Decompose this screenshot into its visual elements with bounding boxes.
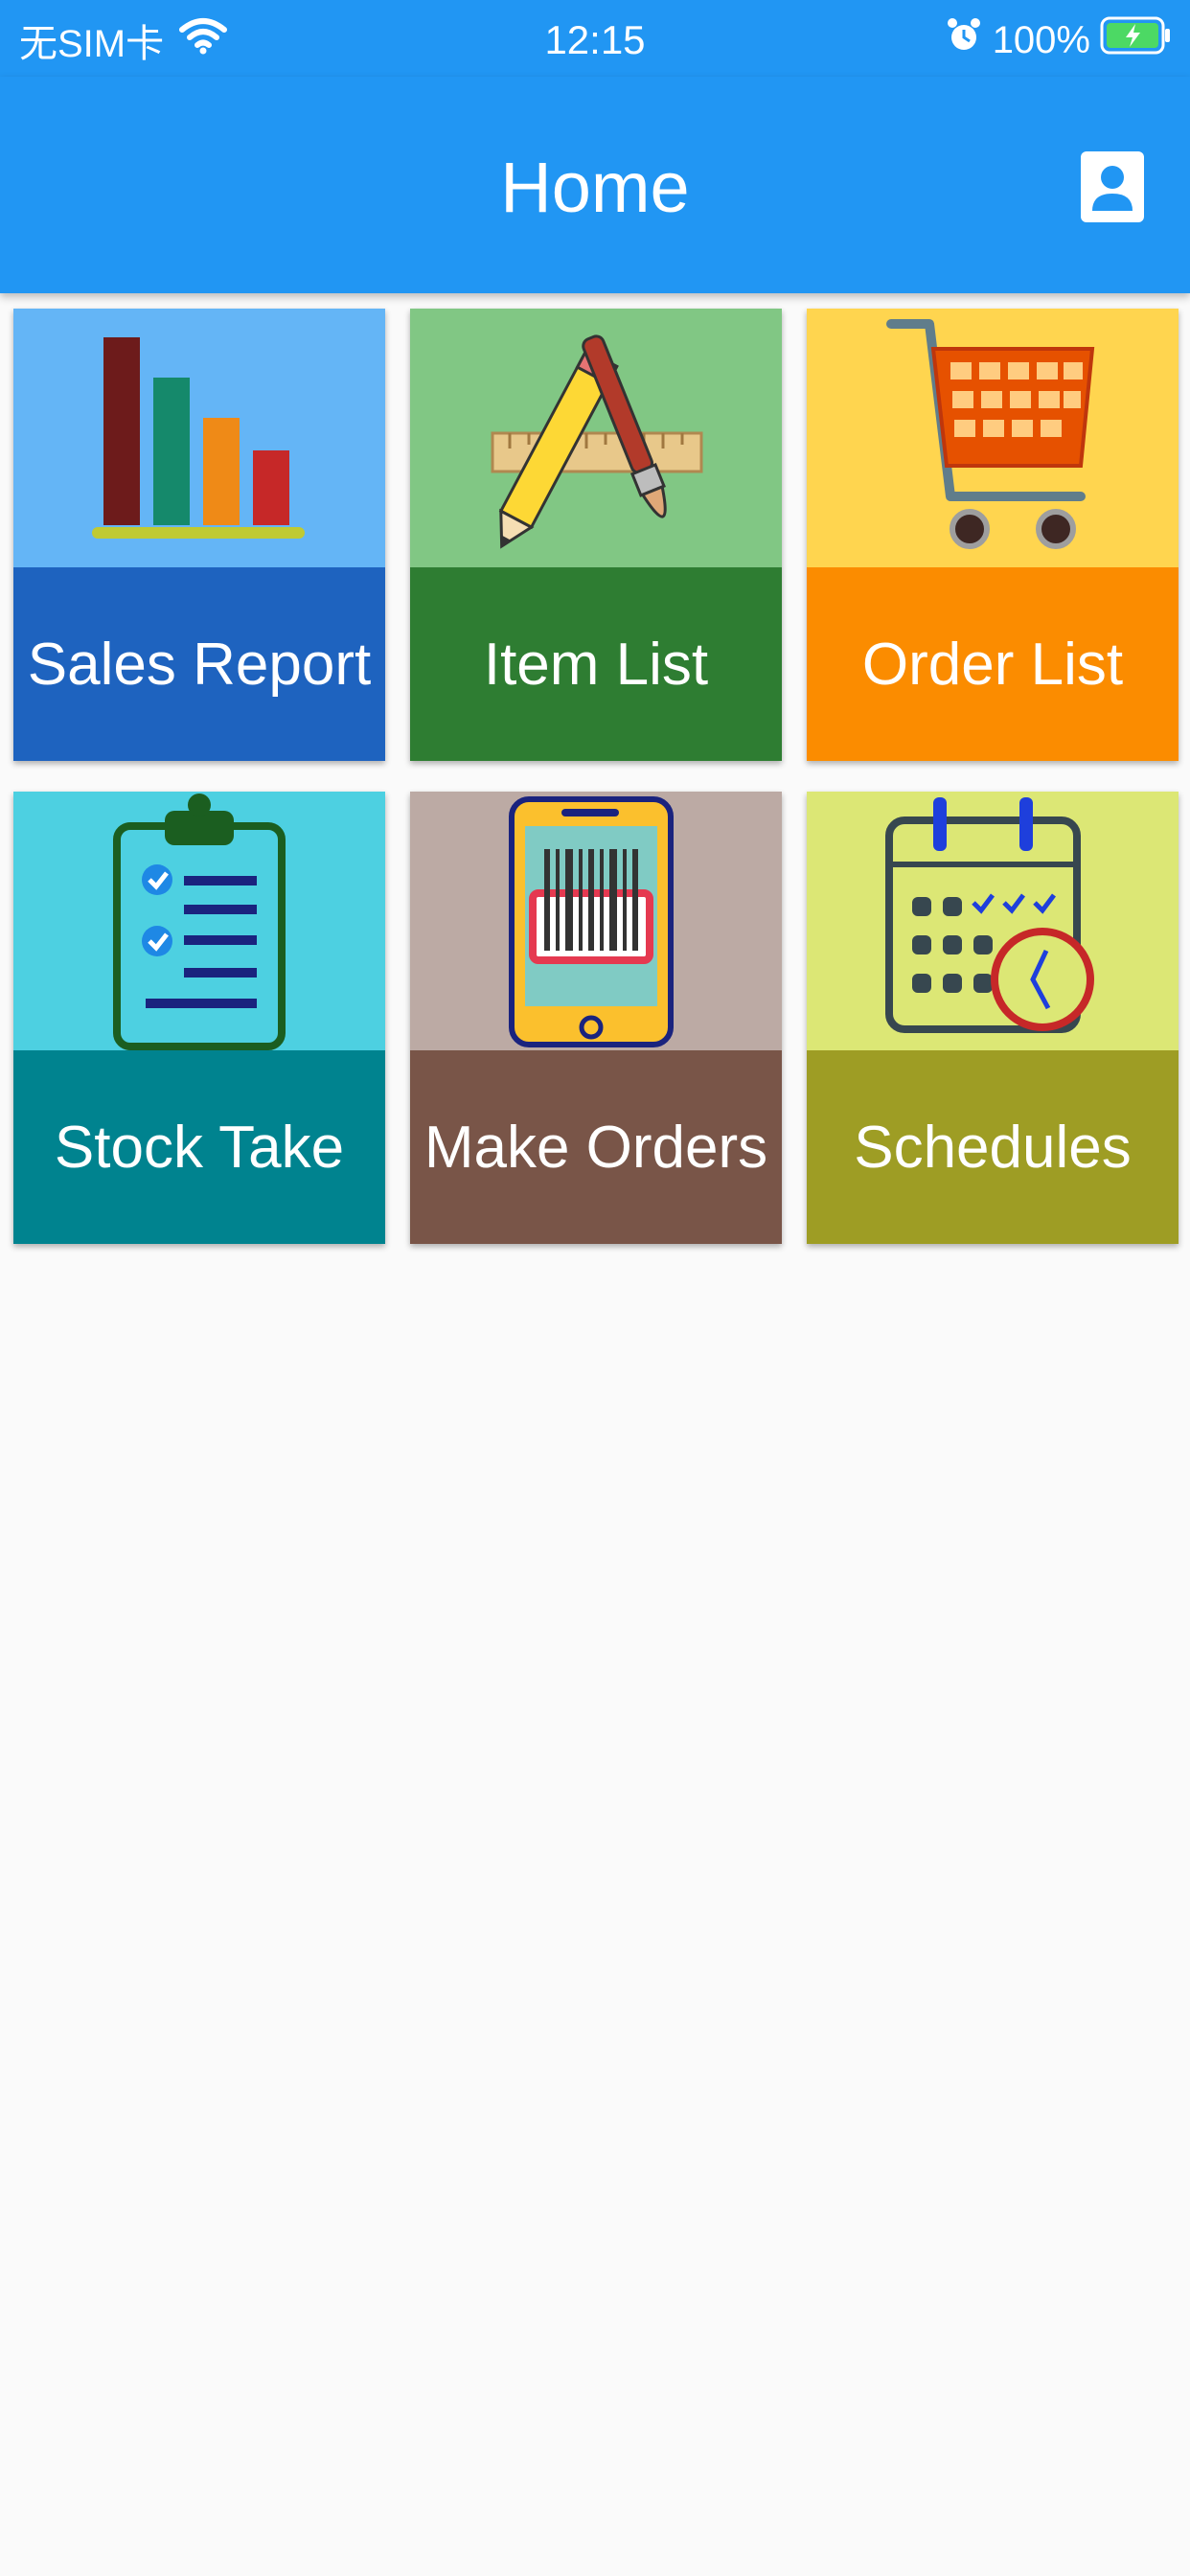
tile-art bbox=[807, 309, 1179, 567]
tile-label: Sales Report bbox=[27, 631, 372, 698]
tile-art bbox=[13, 792, 385, 1050]
battery-percent: 100% bbox=[992, 18, 1090, 61]
tile-art bbox=[807, 792, 1179, 1050]
battery-charging-icon bbox=[1100, 14, 1173, 66]
phone-barcode-icon bbox=[410, 792, 782, 1050]
tile-label-box: Sales Report bbox=[13, 567, 385, 761]
tile-art bbox=[410, 792, 782, 1050]
calendar-clock-icon bbox=[807, 792, 1179, 1050]
status-right: 100% bbox=[947, 12, 1173, 69]
alarm-icon bbox=[947, 16, 981, 64]
tile-label-box: Make Orders bbox=[410, 1050, 782, 1244]
tile-stock-take[interactable]: Stock Take bbox=[13, 792, 385, 1244]
tile-label: Stock Take bbox=[54, 1114, 345, 1181]
tile-art bbox=[13, 309, 385, 567]
profile-button[interactable] bbox=[1081, 151, 1144, 222]
tile-item-list[interactable]: Item List bbox=[410, 309, 782, 761]
tile-label: Make Orders bbox=[423, 1114, 768, 1181]
clipboard-checklist-icon bbox=[13, 792, 385, 1050]
tile-label-box: Stock Take bbox=[13, 1050, 385, 1244]
status-bar: 无SIM卡 12:15 100% bbox=[0, 0, 1190, 77]
tile-order-list[interactable]: Order List bbox=[807, 309, 1179, 761]
tile-label-box: Schedules bbox=[807, 1050, 1179, 1244]
tile-label-box: Order List bbox=[807, 567, 1179, 761]
tile-schedules[interactable]: Schedules bbox=[807, 792, 1179, 1244]
tile-art bbox=[410, 309, 782, 567]
app-bar: Home bbox=[0, 77, 1190, 293]
bar-chart-icon bbox=[13, 309, 385, 567]
tile-make-orders[interactable]: Make Orders bbox=[410, 792, 782, 1244]
tile-label: Order List bbox=[861, 631, 1124, 698]
tile-sales-report[interactable]: Sales Report bbox=[13, 309, 385, 761]
tile-label: Item List bbox=[483, 631, 709, 698]
page-title: Home bbox=[500, 148, 690, 227]
pencil-ruler-brush-icon bbox=[410, 309, 782, 567]
account-box-icon bbox=[1081, 151, 1144, 222]
tile-label-box: Item List bbox=[410, 567, 782, 761]
tile-label: Schedules bbox=[854, 1114, 1132, 1181]
shopping-cart-icon bbox=[807, 309, 1179, 567]
